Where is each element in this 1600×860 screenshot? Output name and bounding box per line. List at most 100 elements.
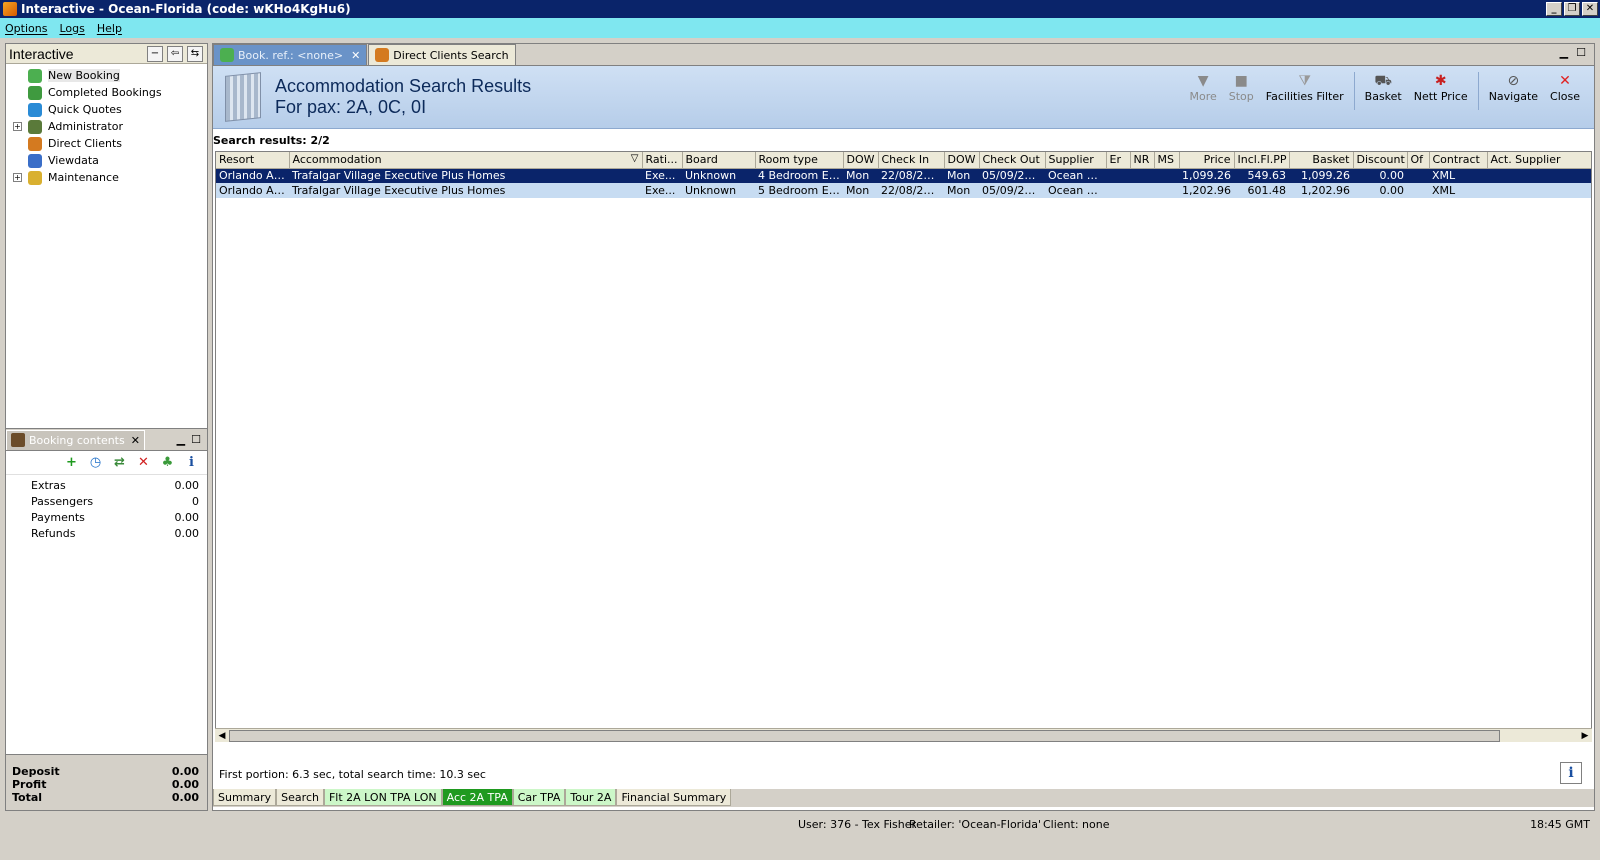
booking-contents-tab[interactable]: Booking contents ✕	[6, 429, 145, 450]
more-button[interactable]: ▼ More	[1183, 72, 1222, 103]
booking-contents-label: Booking contents	[29, 433, 125, 447]
column-header[interactable]: Resort	[216, 152, 290, 169]
collapse-icon[interactable]: −	[147, 45, 163, 62]
toolbar-separator	[1477, 72, 1479, 110]
nav-item-completed-bookings[interactable]: Completed Bookings	[6, 84, 207, 101]
column-header-label: Er	[1109, 153, 1121, 167]
expand-icon[interactable]: +	[13, 173, 22, 182]
maximize-icon[interactable]: ☐	[1576, 46, 1586, 59]
scroll-thumb[interactable]	[229, 729, 1500, 742]
clock-icon[interactable]: ◷	[88, 455, 103, 470]
window-title: Interactive - Ocean-Florida (code: wKHo4…	[21, 2, 351, 16]
bottom-tab-search[interactable]: Search	[276, 789, 324, 806]
close-window-button[interactable]: ✕	[1582, 2, 1598, 16]
facilities-filter-button[interactable]: ⧩ Facilities Filter	[1260, 72, 1350, 103]
nav-item-viewdata[interactable]: Viewdata	[6, 152, 207, 169]
transfer-icon[interactable]: ⇄	[112, 455, 127, 470]
column-header[interactable]: MS	[1154, 152, 1180, 169]
bottom-tab-car-tpa[interactable]: Car TPA	[512, 789, 566, 806]
info-icon[interactable]: i	[184, 455, 199, 470]
maximize-icon[interactable]: ☐	[191, 433, 201, 446]
minimize-icon[interactable]: ▁	[177, 433, 185, 446]
column-filter-icon[interactable]: ▽	[631, 153, 639, 164]
column-header-label: Rati...	[645, 153, 678, 167]
column-header[interactable]: Accommodation ▽	[289, 152, 643, 169]
column-header[interactable]: Rati...	[642, 152, 683, 169]
navigate-label: Navigate	[1488, 90, 1539, 103]
minimize-button[interactable]: _	[1546, 2, 1562, 16]
bottom-tab-financial-summary[interactable]: Financial Summary	[616, 789, 732, 806]
bottom-tab-tour-2a[interactable]: Tour 2A	[565, 789, 617, 806]
add-icon[interactable]: +	[64, 455, 79, 470]
column-header-label: DOW	[846, 153, 875, 167]
table-cell: Orlando Ar...	[216, 183, 289, 198]
column-header[interactable]: Check In	[878, 152, 945, 169]
tab-booking-ref[interactable]: Book. ref.: <none> ✕	[213, 44, 368, 65]
column-header[interactable]: Discount	[1353, 152, 1408, 169]
column-header[interactable]: DOW	[944, 152, 980, 169]
column-header[interactable]: Basket	[1289, 152, 1354, 169]
nav-item-label: Quick Quotes	[48, 103, 122, 116]
delete-icon[interactable]: ✕	[136, 455, 151, 470]
table-row[interactable]: Orlando Ar... Trafalgar Village Executive…	[216, 168, 1591, 183]
close-results-button[interactable]: ✕ Close	[1544, 72, 1586, 103]
booking-row-payments[interactable]: Payments 0.00	[6, 509, 207, 525]
back-icon[interactable]: ⇦	[167, 45, 183, 62]
booking-row-extras[interactable]: Extras 0.00	[6, 477, 207, 493]
table-cell: 549.63	[1234, 168, 1289, 183]
table-cell: 0.00	[1353, 183, 1407, 198]
column-header[interactable]: Price	[1179, 152, 1235, 169]
column-header[interactable]: DOW	[843, 152, 879, 169]
table-cell	[1487, 183, 1591, 198]
column-header[interactable]: Board	[682, 152, 756, 169]
restore-button[interactable]: ❐	[1564, 2, 1580, 16]
swap-icon[interactable]: ⇆	[187, 45, 203, 62]
bottom-tab-summary[interactable]: Summary	[213, 789, 277, 806]
column-header[interactable]: Of	[1407, 152, 1430, 169]
close-label: Close	[1550, 90, 1580, 103]
table-cell: Orlando Ar...	[216, 168, 289, 183]
basket-button[interactable]: ⛟ Basket	[1359, 72, 1408, 103]
menu-options[interactable]: Options	[5, 22, 47, 35]
column-header[interactable]: Act. Supplier	[1487, 152, 1591, 169]
column-header[interactable]: Supplier	[1045, 152, 1107, 169]
menu-help[interactable]: Help	[97, 22, 122, 35]
scroll-left-icon[interactable]: ◀	[215, 729, 229, 743]
palm-tree-icon[interactable]: ♣	[160, 455, 175, 470]
column-header[interactable]: Contract	[1429, 152, 1488, 169]
status-user: User: 376 - Tex Fisher	[798, 817, 917, 831]
column-header[interactable]: NR	[1130, 152, 1155, 169]
nav-item-direct-clients[interactable]: Direct Clients	[6, 135, 207, 152]
filter-icon: ⧩	[1298, 73, 1311, 89]
column-header[interactable]: Incl.Fl.PP	[1234, 152, 1290, 169]
horizontal-scrollbar[interactable]: ◀ ▶	[215, 728, 1592, 742]
column-header-label: Contract	[1432, 153, 1480, 167]
info-button[interactable]: i	[1560, 762, 1582, 784]
bottom-tab-flt-2a-lon-tpa-lon[interactable]: Flt 2A LON TPA LON	[323, 789, 442, 806]
bottom-tab-acc-2a-tpa[interactable]: Acc 2A TPA	[441, 789, 513, 806]
clock-icon	[28, 102, 42, 117]
scroll-right-icon[interactable]: ▶	[1578, 729, 1592, 743]
nav-item-administrator[interactable]: + Administrator	[6, 118, 207, 135]
nett-price-button[interactable]: ✱ Nett Price	[1408, 72, 1474, 103]
booking-row-refunds[interactable]: Refunds 0.00	[6, 525, 207, 541]
table-cell: 22/08/2016	[878, 168, 944, 183]
nav-item-maintenance[interactable]: + Maintenance	[6, 169, 207, 186]
nav-item-quick-quotes[interactable]: Quick Quotes	[6, 101, 207, 118]
minimize-icon[interactable]: ▁	[1560, 46, 1568, 59]
tab-direct-clients-search[interactable]: Direct Clients Search	[368, 44, 516, 65]
table-cell: 1,099.26	[1179, 168, 1234, 183]
column-header[interactable]: Room type	[755, 152, 844, 169]
booking-row-passengers[interactable]: Passengers 0	[6, 493, 207, 509]
stop-button[interactable]: ■ Stop	[1223, 72, 1260, 103]
column-header[interactable]: Er	[1106, 152, 1131, 169]
column-header[interactable]: Check Out	[979, 152, 1046, 169]
menu-logs[interactable]: Logs	[59, 22, 84, 35]
table-row[interactable]: Orlando Ar... Trafalgar Village Executive…	[216, 183, 1591, 198]
close-icon[interactable]: ✕	[131, 434, 140, 447]
navigator-title: Interactive	[9, 45, 74, 62]
expand-icon[interactable]: +	[13, 122, 22, 131]
navigate-button[interactable]: ⊘ Navigate	[1483, 72, 1544, 103]
nav-item-new-booking[interactable]: New Booking	[6, 67, 207, 84]
close-icon[interactable]: ✕	[351, 49, 360, 62]
